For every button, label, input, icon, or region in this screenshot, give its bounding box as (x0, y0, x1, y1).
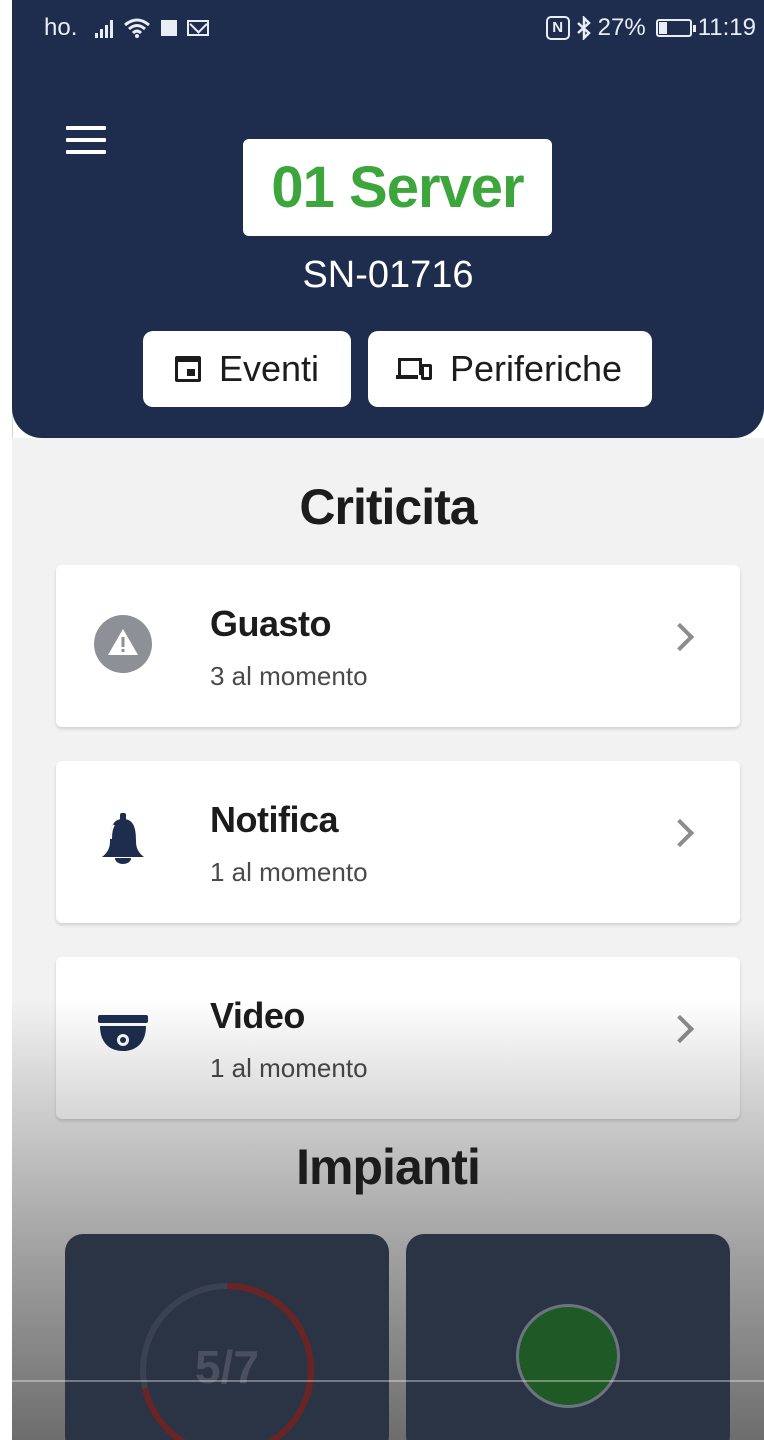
status-dot (516, 1304, 620, 1408)
eventi-button[interactable]: Eventi (143, 331, 351, 407)
video-card[interactable]: Video 1 al momento (56, 957, 740, 1119)
main-content: Criticita Guasto 3 al momento Notifica 1… (12, 438, 764, 1440)
status-bar: ho. N 27% 11:19 (12, 0, 764, 54)
warning-icon (94, 615, 152, 673)
battery-percent: 27% (597, 14, 646, 41)
progress-label: 5/7 (195, 1341, 259, 1393)
guasto-count: 3 al momento (210, 661, 368, 691)
eventi-label: Eventi (218, 348, 320, 389)
serial-number: SN-01716 (302, 254, 474, 296)
bell-icon (102, 813, 144, 864)
video-title: Video (210, 995, 305, 1036)
signal-icon (95, 18, 114, 38)
clock: 11:19 (697, 14, 756, 41)
criticita-heading: Criticita (299, 479, 477, 535)
periferiche-label: Periferiche (449, 348, 623, 389)
mail-icon (187, 20, 210, 36)
calendar-icon (174, 356, 201, 382)
hamburger-menu-icon[interactable] (66, 126, 106, 154)
video-count: 1 al momento (210, 1053, 368, 1083)
nfc-icon: N (545, 16, 570, 40)
chevron-right-icon (665, 1014, 695, 1044)
carrier-label: ho. (44, 14, 78, 41)
camera-icon (98, 1015, 148, 1051)
guasto-title: Guasto (210, 603, 332, 644)
wifi-icon (124, 18, 151, 38)
chevron-right-icon (665, 622, 695, 652)
notifica-title: Notifica (210, 799, 339, 840)
impianti-heading: Impianti (296, 1139, 481, 1195)
notifica-count: 1 al momento (210, 857, 368, 887)
periferiche-button[interactable]: Periferiche (368, 331, 652, 407)
server-title: 01 Server (243, 139, 552, 236)
battery-icon (655, 19, 696, 37)
chevron-right-icon (665, 818, 695, 848)
notification-square-icon (161, 20, 178, 36)
bottom-divider (12, 1380, 764, 1382)
impianti-progress-card[interactable]: 5/7 (65, 1234, 389, 1440)
app-header: 01 Server SN-01716 Eventi Periferiche (12, 54, 764, 438)
guasto-card[interactable]: Guasto 3 al momento (56, 565, 740, 727)
status-left: ho. (44, 14, 210, 42)
devices-icon (395, 356, 432, 382)
notifica-card[interactable]: Notifica 1 al momento (56, 761, 740, 923)
status-right: N 27% 11:19 (545, 14, 756, 42)
progress-ring (140, 1283, 314, 1440)
impianti-status-card[interactable] (406, 1234, 730, 1440)
bluetooth-icon (576, 16, 591, 40)
